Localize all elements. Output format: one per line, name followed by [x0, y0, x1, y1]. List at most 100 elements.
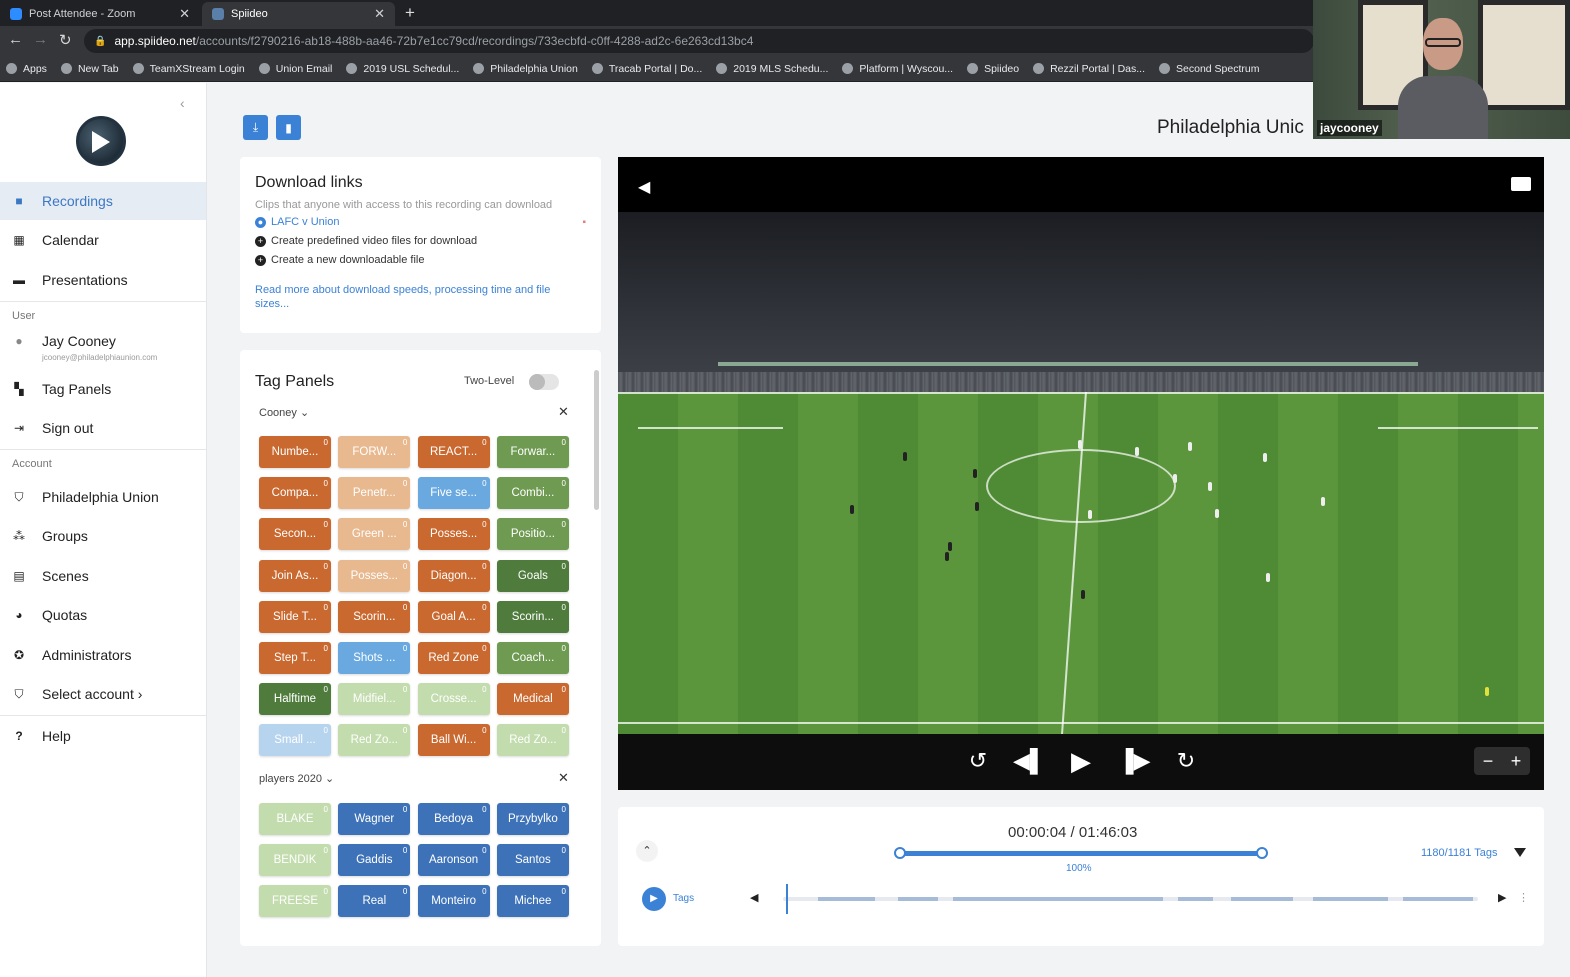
tag-button[interactable]: Halftime 0: [259, 683, 331, 716]
sidebar-item-help[interactable]: ? Help: [0, 717, 206, 755]
scrollbar[interactable]: [594, 370, 599, 510]
step-forward-icon[interactable]: ▐▶: [1118, 748, 1151, 774]
tag-button[interactable]: Slide T... 0: [259, 600, 331, 633]
new-tab-icon[interactable]: +: [405, 3, 415, 23]
filter-icon[interactable]: [1514, 848, 1526, 857]
tag-button[interactable]: Goals 0: [496, 559, 569, 592]
tag-button[interactable]: Penetr... 0: [338, 477, 411, 510]
tag-button[interactable]: Medical 0: [496, 683, 569, 716]
close-icon[interactable]: ✕: [374, 6, 385, 22]
bookmark-item[interactable]: Platform | Wyscou...: [842, 63, 953, 75]
chevron-up-icon[interactable]: ⌃: [636, 840, 658, 862]
close-icon[interactable]: ✕: [558, 404, 569, 420]
tag-group-name[interactable]: players 2020 ⌄: [259, 772, 334, 785]
sidebar-item-philadelphia-union[interactable]: ⛉ Philadelphia Union: [0, 478, 206, 516]
tab-zoom[interactable]: Post Attendee - Zoom ✕: [0, 2, 200, 26]
tag-button[interactable]: Forwar... 0: [496, 436, 569, 468]
trash-icon[interactable]: ▪: [582, 217, 586, 228]
tag-button[interactable]: FREESE 0: [259, 885, 331, 918]
sidebar-item-select-account[interactable]: ⛉ Select account ›: [0, 675, 206, 713]
tag-button[interactable]: Bedoya 0: [417, 803, 490, 835]
tag-button[interactable]: Red Zone 0: [417, 642, 490, 674]
sidebar-item-sign-out[interactable]: ⇥ Sign out: [0, 409, 206, 447]
sidebar-item-scenes[interactable]: ▤ Scenes: [0, 557, 206, 595]
download-button[interactable]: ⤓: [243, 115, 268, 140]
playhead[interactable]: [786, 884, 788, 914]
bookmark-button[interactable]: ▮: [276, 115, 301, 140]
tag-button[interactable]: Positio... 0: [496, 518, 569, 551]
tag-button[interactable]: Ball Wi... 0: [417, 724, 490, 757]
tag-button[interactable]: Combi... 0: [496, 477, 569, 510]
tag-group-name[interactable]: Cooney ⌄: [259, 406, 309, 419]
timeline-tag-segment[interactable]: [1178, 897, 1213, 901]
tag-button[interactable]: REACT... 0: [417, 436, 490, 468]
tag-button[interactable]: Przybylko 0: [496, 803, 569, 835]
bookmark-item[interactable]: Spiideo: [967, 63, 1019, 75]
tag-button[interactable]: Monteiro 0: [417, 885, 490, 918]
volume-icon[interactable]: ◀: [638, 177, 650, 197]
range-end-handle[interactable]: [1256, 847, 1268, 859]
timeline-tag-segment[interactable]: [953, 897, 1163, 901]
clip-link[interactable]: ● LAFC v Union ▪: [255, 216, 586, 228]
bookmark-item[interactable]: Rezzil Portal | Das...: [1033, 63, 1145, 75]
timeline-tag-segment[interactable]: [1231, 897, 1293, 901]
tag-button[interactable]: Red Zo... 0: [338, 724, 411, 757]
bookmark-item[interactable]: Apps: [6, 63, 47, 75]
timeline-next-icon[interactable]: ▶: [1498, 891, 1506, 904]
tag-button[interactable]: Diagon... 0: [417, 559, 490, 592]
forward-icon[interactable]: →: [33, 31, 48, 48]
tag-button[interactable]: Join As... 0: [259, 559, 331, 592]
create-predefined-action[interactable]: + Create predefined video files for down…: [255, 235, 586, 247]
camera-icon[interactable]: [1511, 177, 1531, 191]
timeline-track[interactable]: [783, 897, 1478, 901]
tag-button[interactable]: Wagner 0: [338, 803, 411, 835]
zoom-out-icon[interactable]: −: [1483, 751, 1494, 772]
sidebar-item-calendar[interactable]: ▦ Calendar: [0, 221, 206, 259]
tag-button[interactable]: Midfiel... 0: [338, 683, 411, 716]
bookmark-item[interactable]: New Tab: [60, 63, 119, 75]
play-icon[interactable]: ▶: [1066, 748, 1096, 774]
range-start-handle[interactable]: [894, 847, 906, 859]
tag-button[interactable]: Numbe... 0: [259, 436, 331, 468]
bookmark-item[interactable]: Tracab Portal | Do...: [591, 63, 702, 75]
timeline-tag-segment[interactable]: [1403, 897, 1473, 901]
bookmark-item[interactable]: 2019 USL Schedul...: [346, 63, 459, 75]
tag-button[interactable]: Green ... 0: [338, 518, 411, 551]
back-icon[interactable]: ←: [8, 31, 23, 48]
tag-button[interactable]: Gaddis 0: [338, 844, 411, 877]
read-more-link[interactable]: Read more about download speeds, process…: [255, 283, 586, 311]
tag-button[interactable]: BLAKE 0: [259, 803, 331, 835]
timeline-tag-segment[interactable]: [1313, 897, 1388, 901]
rewind-5-icon[interactable]: ↺: [963, 748, 993, 774]
tag-button[interactable]: Michee 0: [496, 885, 569, 918]
tag-button[interactable]: Santos 0: [496, 844, 569, 877]
sidebar-item-quotas[interactable]: ◕ Quotas: [0, 596, 206, 634]
tag-button[interactable]: Crosse... 0: [417, 683, 490, 716]
tag-button[interactable]: Compa... 0: [259, 477, 331, 510]
tag-button[interactable]: Posses... 0: [338, 559, 411, 592]
sidebar-item-tag-panels[interactable]: ▚ Tag Panels: [0, 370, 206, 408]
tag-button[interactable]: Step T... 0: [259, 642, 331, 674]
tag-button[interactable]: Scorin... 0: [338, 600, 411, 633]
tag-button[interactable]: Shots ... 0: [338, 642, 411, 674]
forward-5-icon[interactable]: ↻: [1171, 748, 1201, 774]
tag-button[interactable]: Five se... 0: [417, 477, 490, 510]
tag-button[interactable]: BENDIK 0: [259, 844, 331, 877]
two-level-toggle[interactable]: [529, 374, 559, 390]
play-tags-button[interactable]: ▶: [642, 887, 666, 911]
step-back-icon[interactable]: ◀▌: [1013, 748, 1046, 774]
tag-button[interactable]: Real 0: [338, 885, 411, 918]
collapse-sidebar-icon[interactable]: ‹: [180, 95, 185, 111]
tag-button[interactable]: Scorin... 0: [496, 600, 569, 633]
tag-button[interactable]: Coach... 0: [496, 642, 569, 674]
sidebar-item-presentations[interactable]: ▬ Presentations: [0, 261, 206, 299]
timeline-prev-icon[interactable]: ◀: [750, 891, 758, 904]
bookmark-item[interactable]: Second Spectrum: [1159, 63, 1259, 75]
tag-button[interactable]: FORW... 0: [338, 436, 411, 468]
tag-button[interactable]: Small ... 0: [259, 724, 331, 757]
tag-button[interactable]: Red Zo... 0: [496, 724, 569, 757]
create-downloadable-action[interactable]: + Create a new downloadable file: [255, 254, 586, 266]
reload-icon[interactable]: ↻: [59, 31, 72, 49]
bookmark-item[interactable]: Philadelphia Union: [473, 63, 578, 75]
tag-button[interactable]: Posses... 0: [417, 518, 490, 551]
